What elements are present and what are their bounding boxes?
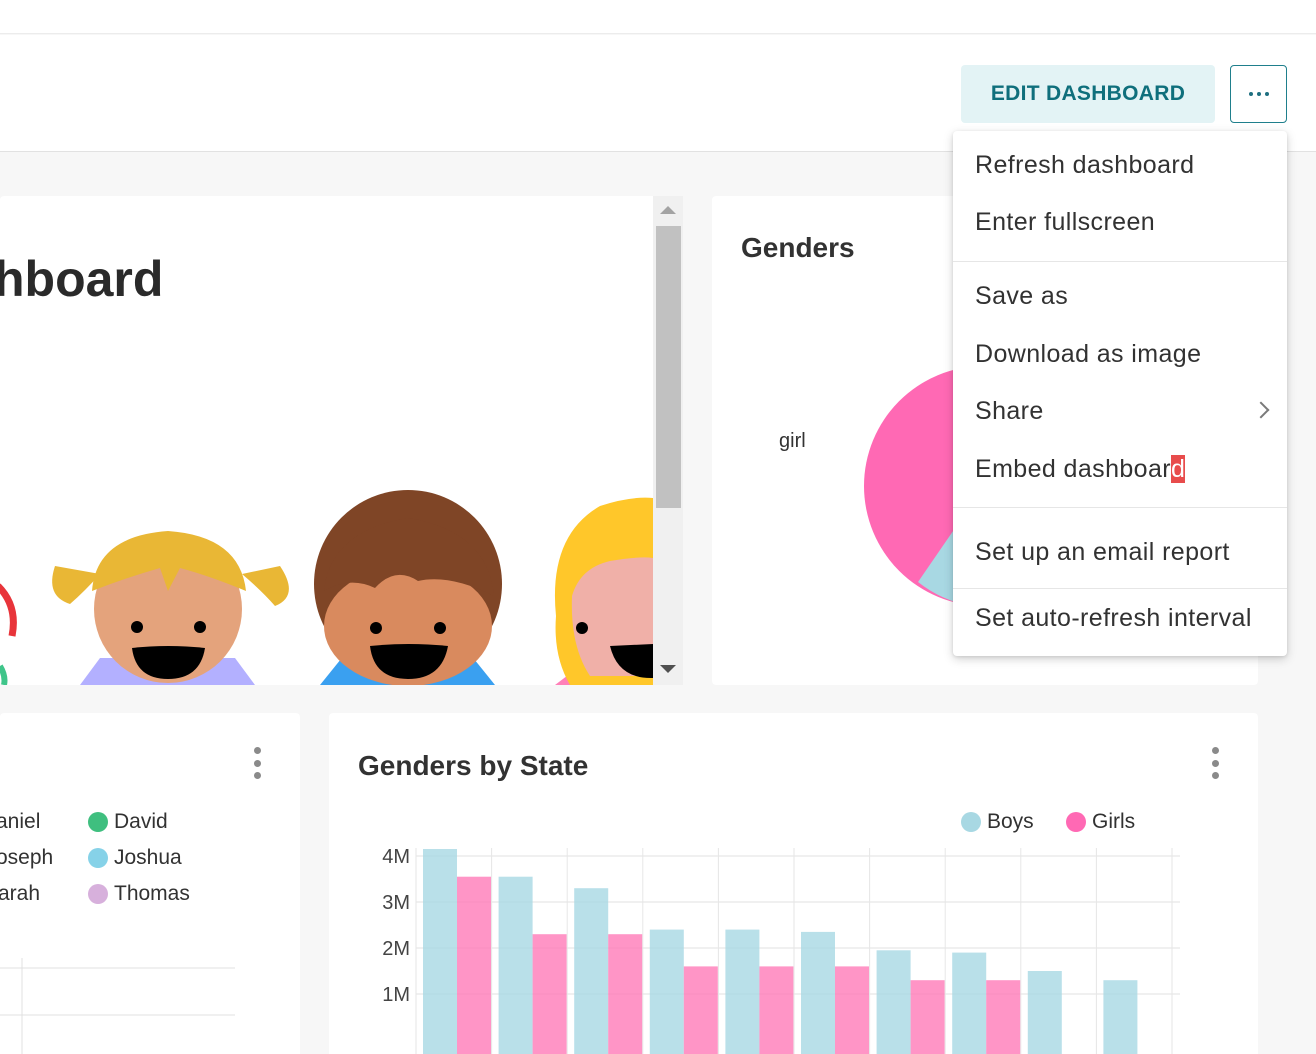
legend-label: Girls <box>1092 810 1136 833</box>
legend-swatch-girls <box>1066 812 1086 832</box>
edit-dashboard-button[interactable]: EDIT DASHBOARD <box>961 65 1215 123</box>
legend-item-clipped: aniel <box>0 810 41 833</box>
bar-girls[interactable] <box>910 980 945 1054</box>
bar-boys[interactable] <box>801 931 835 1054</box>
partial-figure-left <box>0 583 17 685</box>
more-options-button[interactable] <box>1230 65 1287 123</box>
scroll-down-arrow-icon[interactable] <box>660 665 676 673</box>
y-tick-label: 1M <box>382 984 410 1006</box>
bar-girls[interactable] <box>532 934 567 1054</box>
bar-girls[interactable] <box>457 876 491 1054</box>
bar-boys[interactable] <box>876 950 911 1054</box>
y-tick-label: 3M <box>382 892 410 914</box>
legend-item-clipped: oseph <box>0 846 54 869</box>
menu-item-download-as-image[interactable]: Download as image <box>975 340 1201 369</box>
boy-brown-figure <box>314 490 502 685</box>
legend-item-david[interactable]: David <box>88 810 168 834</box>
girl-yellow-figure <box>52 531 289 685</box>
legend-item-joshua[interactable]: Joshua <box>88 846 182 870</box>
genders-by-state-bar-chart: 5M4M3M2M1M <box>382 846 1180 1054</box>
y-tick-label: 2M <box>382 938 410 960</box>
bar-girls[interactable] <box>986 980 1021 1054</box>
menu-divider <box>953 588 1287 589</box>
bar-boys[interactable] <box>725 929 760 1054</box>
menu-item-auto-refresh[interactable]: Set auto-refresh interval <box>975 604 1252 633</box>
legend-item-boys[interactable]: Boys <box>961 810 1034 834</box>
kids-illustration <box>0 490 653 685</box>
scroll-up-arrow-icon[interactable] <box>660 206 676 214</box>
girl-blonde-figure <box>554 497 653 685</box>
menu-item-save-as[interactable]: Save as <box>975 282 1068 311</box>
bar-boys[interactable] <box>952 952 987 1054</box>
bar-boys[interactable] <box>1027 971 1062 1054</box>
cursor-highlight: d <box>1171 455 1186 483</box>
scrollbar-thumb[interactable] <box>656 226 681 508</box>
menu-item-enter-fullscreen[interactable]: Enter fullscreen <box>975 208 1155 237</box>
legend-label: Joshua <box>114 846 182 869</box>
legend-item-thomas[interactable]: Thomas <box>88 882 190 906</box>
names-chart-menu-icon[interactable] <box>252 747 262 779</box>
legend-label: Boys <box>987 810 1034 833</box>
legend-item-clipped: arah <box>0 882 41 905</box>
bar-girls[interactable] <box>683 966 718 1054</box>
bar-girls[interactable] <box>608 934 643 1054</box>
menu-item-refresh-dashboard[interactable]: Refresh dashboard <box>975 151 1194 180</box>
bar-boys[interactable] <box>574 888 609 1054</box>
menu-divider <box>953 261 1287 262</box>
menu-divider <box>953 507 1287 508</box>
genders-by-state-title: Genders by State <box>358 750 589 781</box>
names-chart-grid <box>0 958 235 1054</box>
bar-girls[interactable] <box>835 966 869 1054</box>
bar-boys[interactable] <box>1103 980 1138 1054</box>
bar-boys[interactable] <box>498 876 533 1054</box>
legend-label: David <box>114 810 168 833</box>
y-tick-label: 4M <box>382 846 410 868</box>
legend-swatch <box>88 848 108 868</box>
legend-swatch <box>88 884 108 904</box>
menu-item-share[interactable]: Share <box>975 397 1044 426</box>
top-strip <box>0 0 1316 34</box>
menu-item-email-report[interactable]: Set up an email report <box>975 538 1230 567</box>
legend-swatch <box>88 812 108 832</box>
legend-label: Thomas <box>114 882 190 905</box>
bar-boys[interactable] <box>649 929 684 1054</box>
menu-item-label: Embed dashboar <box>975 455 1172 483</box>
genders-by-state-menu-icon[interactable] <box>1210 747 1220 779</box>
legend-item-girls[interactable]: Girls <box>1066 810 1135 834</box>
bar-girls[interactable] <box>759 966 794 1054</box>
ellipsis-icon <box>1248 92 1253 96</box>
menu-item-embed-dashboard[interactable]: Embed dashboard <box>975 455 1186 484</box>
dashboard-options-menu: Refresh dashboard Enter fullscreen Save … <box>953 131 1287 656</box>
legend-swatch-boys <box>961 812 981 832</box>
bar-boys[interactable] <box>423 849 457 1054</box>
